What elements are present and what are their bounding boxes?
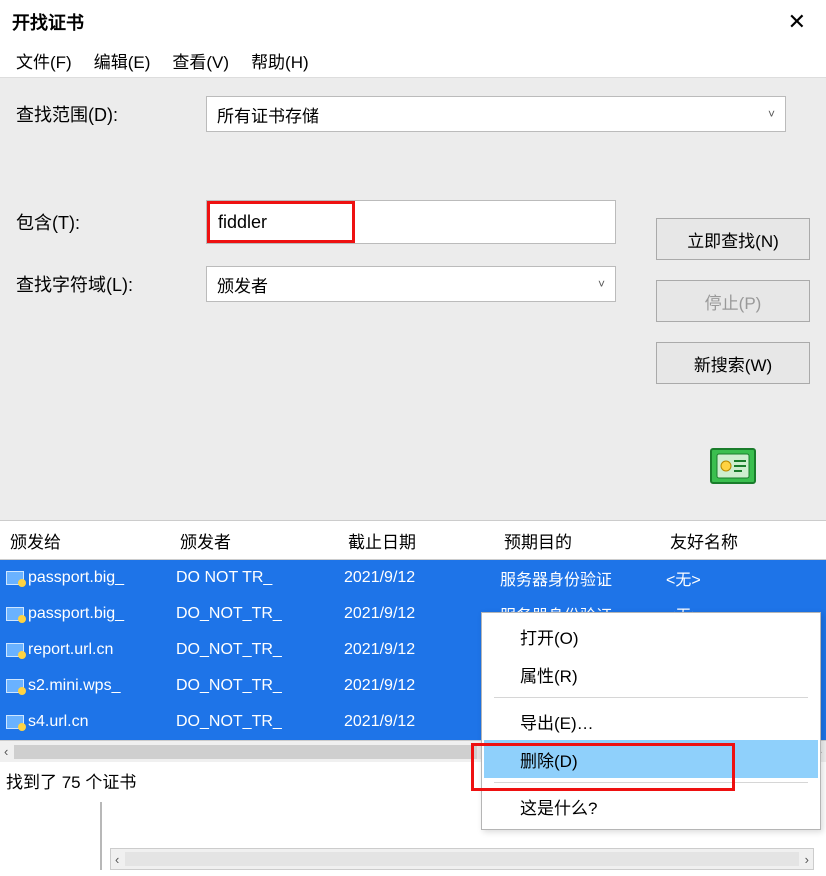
ctx-whats-this[interactable]: 这是什么? xyxy=(484,787,818,825)
find-now-button[interactable]: 立即查找(N) xyxy=(656,218,810,260)
contains-label: 包含(T): xyxy=(16,209,206,235)
ctx-delete[interactable]: 删除(D) xyxy=(484,740,818,778)
menu-edit[interactable]: 编辑(E) xyxy=(94,48,151,73)
ctx-export[interactable]: 导出(E)… xyxy=(484,702,818,740)
menu-view[interactable]: 查看(V) xyxy=(172,48,229,73)
close-button[interactable]: ✕ xyxy=(780,5,814,39)
chevron-down-icon: ˅ xyxy=(598,277,605,291)
contains-value-highlight: fiddler xyxy=(207,201,355,243)
col-issuer[interactable]: 颁发者 xyxy=(170,528,338,553)
menu-help[interactable]: 帮助(H) xyxy=(251,48,309,73)
cell-issued-to: passport.big_ xyxy=(28,569,124,587)
cell-issued-to: s2.mini.wps_ xyxy=(28,677,120,695)
field-label: 查找字符域(L): xyxy=(16,271,206,297)
cert-row-icon xyxy=(6,679,24,693)
cell-issuer: DO NOT TR_ xyxy=(170,569,338,587)
window-title: 开找证书 xyxy=(12,9,84,35)
cell-expire: 2021/9/12 xyxy=(338,605,494,623)
cell-expire: 2021/9/12 xyxy=(338,569,494,587)
cell-issuer: DO_NOT_TR_ xyxy=(170,605,338,623)
scope-combo[interactable]: 所有证书存储 ˅ xyxy=(206,96,786,132)
cell-expire: 2021/9/12 xyxy=(338,713,494,731)
certificate-icon xyxy=(710,448,756,484)
scope-value: 所有证书存储 xyxy=(217,102,319,127)
cert-row-icon xyxy=(6,571,24,585)
ctx-separator xyxy=(494,782,808,783)
field-value: 颁发者 xyxy=(217,272,268,297)
chevron-down-icon: ˅ xyxy=(768,107,775,121)
menu-file[interactable]: 文件(F) xyxy=(16,48,72,73)
cell-issuer: DO_NOT_TR_ xyxy=(170,713,338,731)
col-friendly[interactable]: 友好名称 xyxy=(660,528,806,553)
new-search-button[interactable]: 新搜索(W) xyxy=(656,342,810,384)
cell-expire: 2021/9/12 xyxy=(338,641,494,659)
col-issued-to[interactable]: 颁发给 xyxy=(0,528,170,553)
ctx-open[interactable]: 打开(O) xyxy=(484,617,818,655)
context-menu: 打开(O) 属性(R) 导出(E)… 删除(D) 这是什么? xyxy=(481,612,821,830)
cell-issued-to: report.url.cn xyxy=(28,641,113,659)
scroll-left-icon[interactable]: ‹ xyxy=(115,852,119,867)
scroll-right-icon[interactable]: › xyxy=(805,852,809,867)
table-row[interactable]: passport.big_ DO NOT TR_2021/9/12服务器身份验证<… xyxy=(0,560,826,596)
cert-row-icon xyxy=(6,643,24,657)
cell-expire: 2021/9/12 xyxy=(338,677,494,695)
cell-issuer: DO_NOT_TR_ xyxy=(170,641,338,659)
col-purpose[interactable]: 预期目的 xyxy=(494,528,660,553)
scope-label: 查找范围(D): xyxy=(16,101,206,127)
contains-input[interactable]: fiddler xyxy=(206,200,616,244)
scroll-thumb[interactable] xyxy=(14,745,476,759)
cell-issuer: DO_NOT_TR_ xyxy=(170,677,338,695)
cert-row-icon xyxy=(6,715,24,729)
stop-button[interactable]: 停止(P) xyxy=(656,280,810,322)
scroll-track[interactable] xyxy=(125,852,798,866)
menu-bar: 文件(F) 编辑(E) 查看(V) 帮助(H) xyxy=(0,44,826,78)
cell-purpose: 服务器身份验证 xyxy=(494,566,660,590)
scroll-left-icon[interactable]: ‹ xyxy=(4,744,8,759)
lower-hscrollbar[interactable]: ‹ › xyxy=(110,848,814,870)
col-expire[interactable]: 截止日期 xyxy=(338,528,494,553)
search-form: 查找范围(D): 所有证书存储 ˅ 包含(T): fiddler 查找字符域(L… xyxy=(0,78,826,520)
cell-issued-to: passport.big_ xyxy=(28,605,124,623)
cell-issued-to: s4.url.cn xyxy=(28,713,88,731)
cert-row-icon xyxy=(6,607,24,621)
ctx-separator xyxy=(494,697,808,698)
cell-friendly: <无> xyxy=(660,566,806,590)
ctx-properties[interactable]: 属性(R) xyxy=(484,655,818,693)
field-combo[interactable]: 颁发者 ˅ xyxy=(206,266,616,302)
divider xyxy=(100,802,102,870)
